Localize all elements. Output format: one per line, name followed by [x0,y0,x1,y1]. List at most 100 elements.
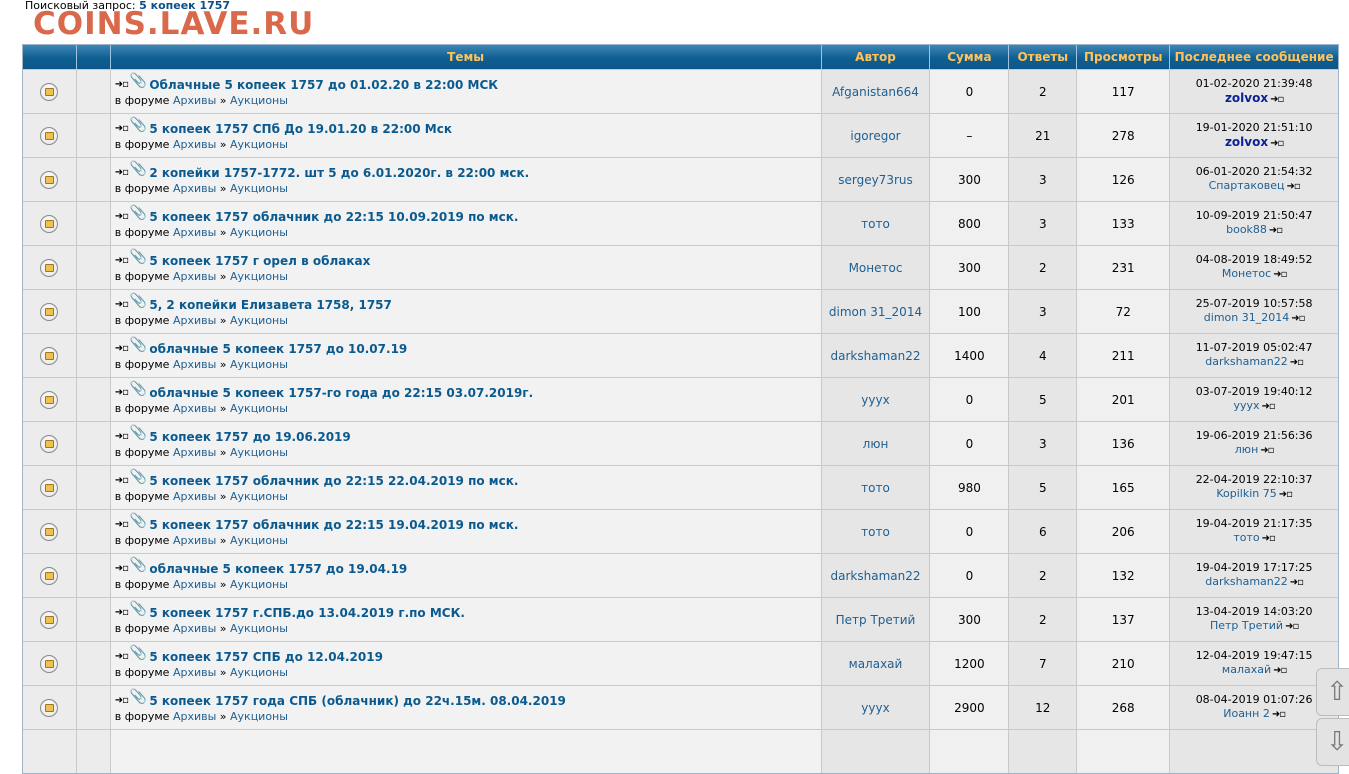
subforum-link[interactable]: Аукционы [230,578,288,591]
forum-link[interactable]: Архивы [173,666,216,679]
author-link[interactable]: Afganistan664 [832,85,919,99]
forum-link[interactable]: Архивы [173,446,216,459]
subforum-link[interactable]: Аукционы [230,622,288,635]
subforum-link[interactable]: Аукционы [230,534,288,547]
author-link[interactable]: sergey73rus [838,173,913,187]
goto-last-post-icon[interactable]: ➜▫ [1260,445,1274,456]
goto-new-post-icon[interactable]: ➜▫ [115,167,129,178]
subforum-link[interactable]: Аукционы [230,182,288,195]
author-link[interactable]: люн [863,437,889,451]
goto-new-post-icon[interactable]: ➜▫ [115,519,129,530]
topic-title-link[interactable]: 5 копеек 1757 облачник до 22:15 22.04.20… [149,474,518,488]
subforum-link[interactable]: Аукционы [230,314,288,327]
goto-new-post-icon[interactable]: ➜▫ [115,431,129,442]
last-post-user-link[interactable]: малахай [1222,663,1271,676]
goto-new-post-icon[interactable]: ➜▫ [115,475,129,486]
subforum-link[interactable]: Аукционы [230,402,288,415]
forum-link[interactable]: Архивы [173,94,216,107]
author-link[interactable]: darkshaman22 [831,569,921,583]
forum-link[interactable]: Архивы [173,490,216,503]
topic-title-link[interactable]: 2 копейки 1757-1772. шт 5 до 6.01.2020г.… [149,166,529,180]
goto-last-post-icon[interactable]: ➜▫ [1269,225,1283,236]
forum-link[interactable]: Архивы [173,314,216,327]
subforum-link[interactable]: Аукционы [230,358,288,371]
topic-title-link[interactable]: 5 копеек 1757 облачник до 22:15 10.09.20… [149,210,518,224]
last-post-user-link[interactable]: Петр Третий [1210,619,1283,632]
topic-title-link[interactable]: 5 копеек 1757 г.СПБ.до 13.04.2019 г.по М… [149,606,465,620]
arrow-up-icon[interactable]: ⇧ [1316,668,1349,716]
author-link[interactable]: yyyx [861,701,889,715]
subforum-link[interactable]: Аукционы [230,138,288,151]
topic-title-link[interactable]: 5 копеек 1757 СПБ до 12.04.2019 [149,650,383,664]
author-link[interactable]: dimon 31_2014 [829,305,922,319]
last-post-user-link[interactable]: Иоанн 2 [1223,707,1270,720]
forum-link[interactable]: Архивы [173,270,216,283]
goto-new-post-icon[interactable]: ➜▫ [115,343,129,354]
goto-last-post-icon[interactable]: ➜▫ [1272,709,1286,720]
topic-title-link[interactable]: облачные 5 копеек 1757 до 10.07.19 [149,342,407,356]
last-post-user-link[interactable]: zolvox [1225,135,1268,149]
last-post-user-link[interactable]: yyyx [1234,399,1260,412]
last-post-user-link[interactable]: darkshaman22 [1205,575,1287,588]
topic-title-link[interactable]: 5 копеек 1757 СПб До 19.01.20 в 22:00 Мс… [149,122,452,136]
goto-new-post-icon[interactable]: ➜▫ [115,255,129,266]
last-post-user-link[interactable]: darkshaman22 [1205,355,1287,368]
topic-title-link[interactable]: Облачные 5 копеек 1757 до 01.02.20 в 22:… [149,78,498,92]
topic-title-link[interactable]: 5 копеек 1757 года СПБ (облачник) до 22ч… [149,694,566,708]
forum-link[interactable]: Архивы [173,534,216,547]
subforum-link[interactable]: Аукционы [230,666,288,679]
goto-new-post-icon[interactable]: ➜▫ [115,79,129,90]
last-post-user-link[interactable]: люн [1235,443,1258,456]
author-link[interactable]: малахай [849,657,903,671]
forum-link[interactable]: Архивы [173,358,216,371]
arrow-down-icon[interactable]: ⇩ [1316,718,1349,766]
author-link[interactable]: тото [861,481,890,495]
forum-link[interactable]: Архивы [173,578,216,591]
goto-last-post-icon[interactable]: ➜▫ [1270,138,1284,149]
goto-last-post-icon[interactable]: ➜▫ [1262,401,1276,412]
subforum-link[interactable]: Аукционы [230,226,288,239]
topic-title-link[interactable]: 5 копеек 1757 до 19.06.2019 [149,430,350,444]
last-post-user-link[interactable]: Kopilkin 75 [1216,487,1276,500]
goto-new-post-icon[interactable]: ➜▫ [115,607,129,618]
forum-link[interactable]: Архивы [173,402,216,415]
topic-title-link[interactable]: 5 копеек 1757 облачник до 22:15 19.04.20… [149,518,518,532]
goto-new-post-icon[interactable]: ➜▫ [115,387,129,398]
forum-link[interactable]: Архивы [173,710,216,723]
subforum-link[interactable]: Аукционы [230,94,288,107]
author-link[interactable]: тото [861,525,890,539]
subforum-link[interactable]: Аукционы [230,446,288,459]
goto-new-post-icon[interactable]: ➜▫ [115,563,129,574]
last-post-user-link[interactable]: Спартаковец [1209,179,1285,192]
goto-last-post-icon[interactable]: ➜▫ [1291,313,1305,324]
subforum-link[interactable]: Аукционы [230,710,288,723]
topic-title-link[interactable]: облачные 5 копеек 1757 до 19.04.19 [149,562,407,576]
subforum-link[interactable]: Аукционы [230,270,288,283]
author-link[interactable]: darkshaman22 [831,349,921,363]
topic-title-link[interactable]: 5, 2 копейки Елизавета 1758, 1757 [149,298,392,312]
goto-last-post-icon[interactable]: ➜▫ [1273,269,1287,280]
last-post-user-link[interactable]: zolvox [1225,91,1268,105]
goto-new-post-icon[interactable]: ➜▫ [115,211,129,222]
goto-last-post-icon[interactable]: ➜▫ [1290,357,1304,368]
last-post-user-link[interactable]: dimon 31_2014 [1204,311,1289,324]
goto-last-post-icon[interactable]: ➜▫ [1262,533,1276,544]
last-post-user-link[interactable]: Монетос [1222,267,1271,280]
last-post-user-link[interactable]: book88 [1226,223,1267,236]
forum-link[interactable]: Архивы [173,226,216,239]
goto-last-post-icon[interactable]: ➜▫ [1273,665,1287,676]
author-link[interactable]: Монетос [849,261,903,275]
goto-last-post-icon[interactable]: ➜▫ [1285,621,1299,632]
topic-title-link[interactable]: облачные 5 копеек 1757-го года до 22:15 … [149,386,533,400]
goto-last-post-icon[interactable]: ➜▫ [1270,94,1284,105]
author-link[interactable]: igoregor [850,129,900,143]
subforum-link[interactable]: Аукционы [230,490,288,503]
last-post-user-link[interactable]: тото [1233,531,1259,544]
forum-link[interactable]: Архивы [173,622,216,635]
goto-last-post-icon[interactable]: ➜▫ [1286,181,1300,192]
goto-new-post-icon[interactable]: ➜▫ [115,299,129,310]
author-link[interactable]: тото [861,217,890,231]
goto-last-post-icon[interactable]: ➜▫ [1279,489,1293,500]
goto-new-post-icon[interactable]: ➜▫ [115,695,129,706]
author-link[interactable]: yyyx [861,393,889,407]
